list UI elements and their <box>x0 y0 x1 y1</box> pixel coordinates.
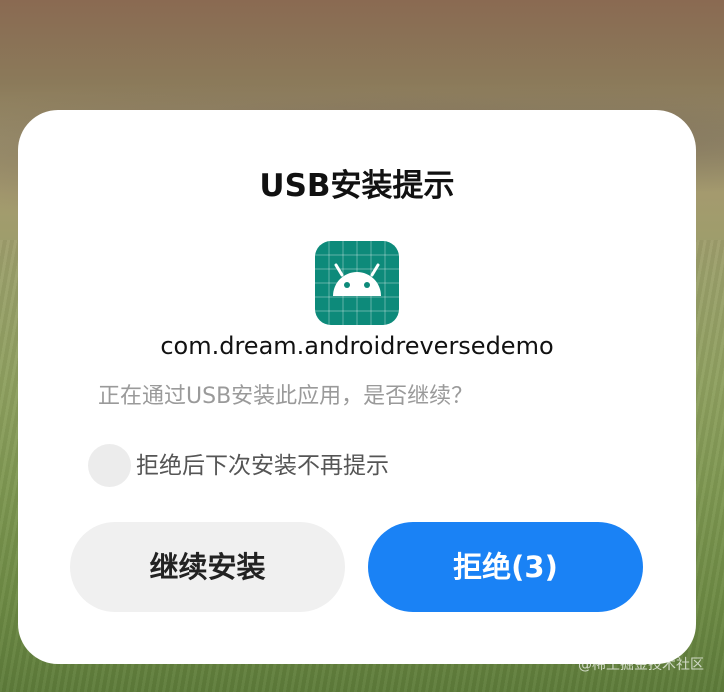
usb-install-dialog: USB安装提示 com.dream.androidreversedemo 正在通… <box>18 110 696 664</box>
watermark: @稀土掘金技术社区 <box>578 657 704 673</box>
package-name: com.dream.androidreversedemo <box>160 332 554 360</box>
android-icon <box>315 241 399 325</box>
install-message: 正在通过USB安装此应用，是否继续？ <box>98 384 474 409</box>
dialog-title: USB安装提示 <box>259 168 455 204</box>
dont-prompt-checkbox[interactable] <box>88 444 131 487</box>
dont-prompt-label[interactable]: 拒绝后下次安装不再提示 <box>136 451 389 481</box>
continue-install-button[interactable]: 继续安装 <box>70 522 345 612</box>
reject-button[interactable]: 拒绝(3) <box>368 522 643 612</box>
